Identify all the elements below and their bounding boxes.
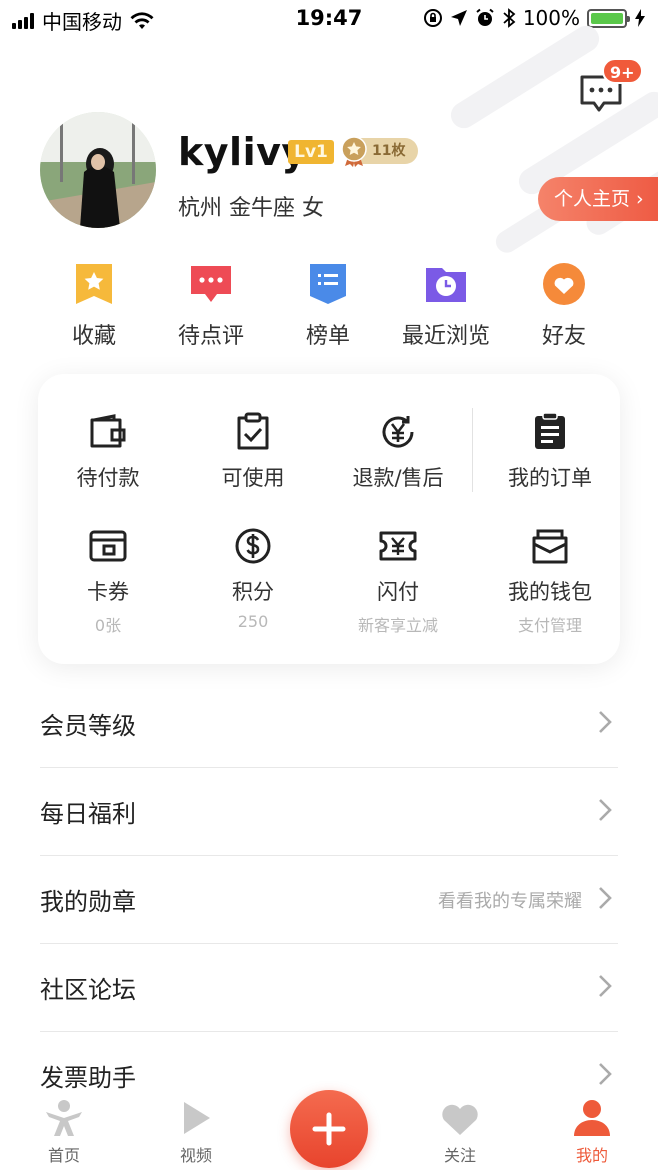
my-wallet[interactable]: 我的钱包 支付管理 [477, 526, 623, 636]
tab-label: 我的 [575, 1146, 608, 1165]
home-person-icon [46, 1100, 82, 1136]
card-coupon-icon [89, 530, 127, 562]
yen-refund-icon [382, 416, 414, 448]
clock-folder-icon [426, 268, 466, 302]
comment-icon [191, 266, 231, 302]
quick-action-pending-review[interactable]: 待点评 [151, 262, 271, 350]
tab-home[interactable]: 首页 [14, 1098, 114, 1166]
menu-label: 每日福利 [40, 800, 136, 828]
payment-management: 支付管理 [517, 616, 582, 635]
order-label: 我的钱包 [508, 580, 592, 604]
divider [472, 408, 473, 492]
plus-icon [312, 1112, 346, 1146]
dollar-coin-icon [235, 528, 271, 564]
order-label: 积分 [232, 580, 274, 604]
list-ribbon-icon [310, 264, 346, 304]
tab-label: 关注 [443, 1146, 476, 1165]
wallet-icon [90, 414, 126, 448]
chevron-right-icon [599, 799, 612, 821]
order-label: 闪付 [377, 580, 419, 604]
heart-icon [442, 1104, 478, 1135]
my-orders[interactable]: 我的订单 [477, 412, 623, 492]
order-label: 我的订单 [508, 466, 592, 490]
personal-home-button[interactable]: 个人主页 › [538, 177, 658, 221]
heart-icon [543, 263, 585, 305]
play-icon [184, 1102, 210, 1134]
chevron-right-icon [599, 711, 612, 733]
menu-community-forum[interactable]: 社区论坛 [40, 944, 618, 1032]
tab-following[interactable]: 关注 [410, 1098, 510, 1166]
message-badge: 9+ [602, 58, 643, 84]
tab-label: 首页 [47, 1146, 80, 1165]
bluetooth-icon [503, 8, 516, 28]
star-bookmark-icon [76, 264, 112, 304]
yen-ticket-icon [379, 531, 417, 561]
battery-percent: 100% [522, 6, 580, 30]
menu-label: 发票助手 [40, 1064, 136, 1092]
order-refund[interactable]: 退款/售后 [325, 412, 471, 492]
user-icon [574, 1100, 610, 1136]
points[interactable]: 积分 250 [180, 526, 326, 631]
order-label: 退款/售后 [352, 466, 444, 490]
menu-hint: 看看我的专属荣耀 [438, 891, 582, 912]
tab-me[interactable]: 我的 [542, 1098, 642, 1166]
menu-label: 社区论坛 [40, 976, 136, 1004]
order-label: 可使用 [221, 466, 285, 490]
quick-action-label: 最近浏览 [401, 324, 490, 349]
menu-member-level[interactable]: 会员等级 [40, 680, 618, 768]
alarm-icon [476, 8, 494, 26]
status-bar: 中国移动 19:47 100% [0, 0, 658, 40]
order-label: 待付款 [76, 466, 140, 490]
quick-action-friends[interactable]: 好友 [504, 262, 624, 350]
tab-label: 视频 [179, 1146, 212, 1165]
order-list-icon [535, 412, 565, 449]
chevron-right-icon [599, 887, 612, 909]
quick-action-label: 榜单 [305, 324, 350, 349]
quick-action-favorites[interactable]: 收藏 [34, 262, 154, 350]
profile-info: 杭州 金牛座 女 [178, 196, 324, 221]
order-pending-payment[interactable]: 待付款 [35, 412, 181, 492]
cards-coupons[interactable]: 卡券 0张 [35, 526, 181, 636]
quick-action-recent[interactable]: 最近浏览 [386, 262, 506, 350]
menu-label: 会员等级 [40, 712, 136, 740]
chevron-right-icon [599, 1063, 612, 1085]
level-badge: Lv1 [288, 140, 334, 164]
quick-pay[interactable]: 闪付 新客享立减 [325, 526, 471, 636]
order-usable[interactable]: 可使用 [180, 412, 326, 492]
clipboard-check-icon [237, 412, 269, 450]
tab-video[interactable]: 视频 [146, 1098, 246, 1166]
promo-text: 新客享立减 [357, 616, 438, 635]
quick-action-label: 待点评 [177, 324, 244, 349]
order-label: 卡券 [87, 580, 129, 604]
add-button[interactable] [290, 1090, 368, 1168]
menu-daily-benefits[interactable]: 每日福利 [40, 768, 618, 856]
points-value: 250 [237, 612, 269, 631]
chevron-right-icon [599, 975, 612, 997]
rotation-lock-icon [423, 9, 442, 27]
purse-icon [532, 529, 568, 564]
menu-label: 我的勋章 [40, 888, 136, 916]
quick-action-label: 收藏 [71, 324, 116, 349]
coupon-count: 0张 [94, 616, 122, 635]
quick-action-label: 好友 [541, 324, 586, 349]
avatar[interactable] [40, 112, 156, 228]
location-icon [450, 10, 467, 26]
quick-action-rankings[interactable]: 榜单 [268, 262, 388, 350]
charging-icon [635, 9, 645, 27]
menu-my-medals[interactable]: 我的勋章 看看我的专属荣耀 [40, 856, 618, 944]
battery-icon [587, 8, 630, 28]
medal-icon [341, 136, 367, 167]
